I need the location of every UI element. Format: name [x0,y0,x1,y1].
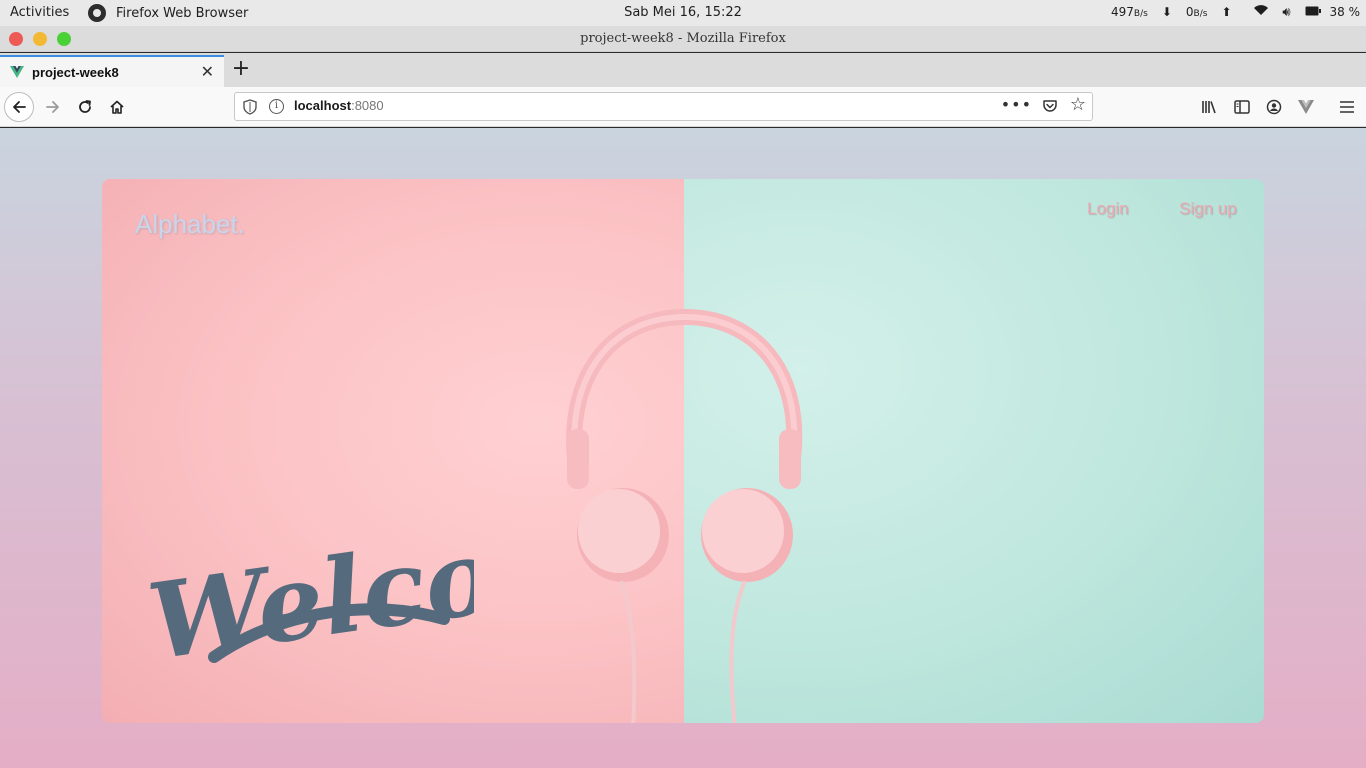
net-download-rate: 497 B/s ⬇ [1111,5,1172,19]
welcome-script-graphic: Welcome [144,489,474,669]
hero-card: Welcome Alphabet. Login Sign up [102,179,1264,723]
sidebar-button[interactable] [1230,95,1254,119]
wifi-icon [1250,4,1272,20]
new-tab-button[interactable]: + [230,57,252,83]
arrow-left-icon [13,101,26,113]
net-upload-rate: 0 B/s ⬆ [1186,5,1232,19]
brand-logo-text[interactable]: Alphabet. [135,209,245,240]
hamburger-menu-icon [1340,101,1354,113]
battery-percent: 38 % [1329,5,1361,19]
library-button[interactable] [1198,95,1222,119]
home-icon [110,100,124,114]
net-up-unit: B/s [1193,9,1208,19]
upload-arrow-icon: ⬆ [1221,5,1232,19]
reload-icon [79,100,91,113]
forward-button[interactable] [38,92,68,122]
web-page: Welcome Alphabet. Login Sign up [0,128,1366,768]
headphones-image [566,309,803,723]
system-tray[interactable]: 497 B/s ⬇ 0 B/s ⬆ 🔊︎ 38 % [1111,4,1360,20]
window-title: project-week8 - Mozilla Firefox [580,31,786,46]
net-down-value: 497 [1111,5,1134,19]
download-arrow-icon: ⬇ [1161,5,1172,19]
app-menu[interactable]: Firefox Web Browser [88,4,248,22]
window-titlebar[interactable]: project-week8 - Mozilla Firefox [0,26,1366,52]
signup-link[interactable]: Sign up [1179,199,1237,219]
account-icon [1266,99,1282,115]
url-host: localhost [294,98,352,113]
volume-icon: 🔊︎ [1282,4,1291,20]
vue-logo-icon [10,66,24,78]
sidebar-icon [1234,100,1250,114]
url-port: :8080 [351,98,384,113]
back-button[interactable] [4,92,34,122]
firefox-icon [88,4,106,22]
vue-devtools-icon [1298,100,1314,114]
pocket-icon[interactable] [1042,98,1058,114]
tracking-shield-icon[interactable] [243,99,257,115]
info-icon[interactable]: i [269,99,284,114]
hamburger-menu-button[interactable] [1335,95,1359,119]
tab-label: project-week8 [32,64,119,80]
address-bar[interactable]: i localhost:8080 ••• ☆ [234,92,1093,121]
system-top-bar: Activities Firefox Web Browser Sab Mei 1… [0,0,1366,26]
reload-button[interactable] [70,92,100,122]
net-up-value: 0 [1185,5,1194,19]
url-text[interactable]: localhost:8080 [294,98,384,113]
battery-icon [1302,5,1324,20]
page-actions-button[interactable]: ••• [1001,95,1032,114]
arrow-right-icon [46,101,59,113]
app-name: Firefox Web Browser [116,5,249,21]
login-link[interactable]: Login [1087,199,1129,219]
navigation-toolbar: i localhost:8080 ••• ☆ [0,87,1366,127]
account-button[interactable] [1262,95,1286,119]
library-icon [1202,101,1216,114]
star-icon[interactable]: ☆ [1070,94,1086,115]
vue-devtools-button[interactable] [1294,95,1318,119]
tab-strip: project-week8 ✕ + [0,53,1366,87]
welcome-text: Welcome [144,489,474,669]
tab-project-week8[interactable]: project-week8 ✕ [0,55,224,87]
activities-button[interactable]: Activities [10,5,69,20]
close-tab-icon[interactable]: ✕ [201,62,214,81]
net-down-unit: B/s [1133,9,1148,19]
clock-text[interactable]: Sab Mei 16, 15:22 [624,5,742,20]
home-button[interactable] [102,92,132,122]
